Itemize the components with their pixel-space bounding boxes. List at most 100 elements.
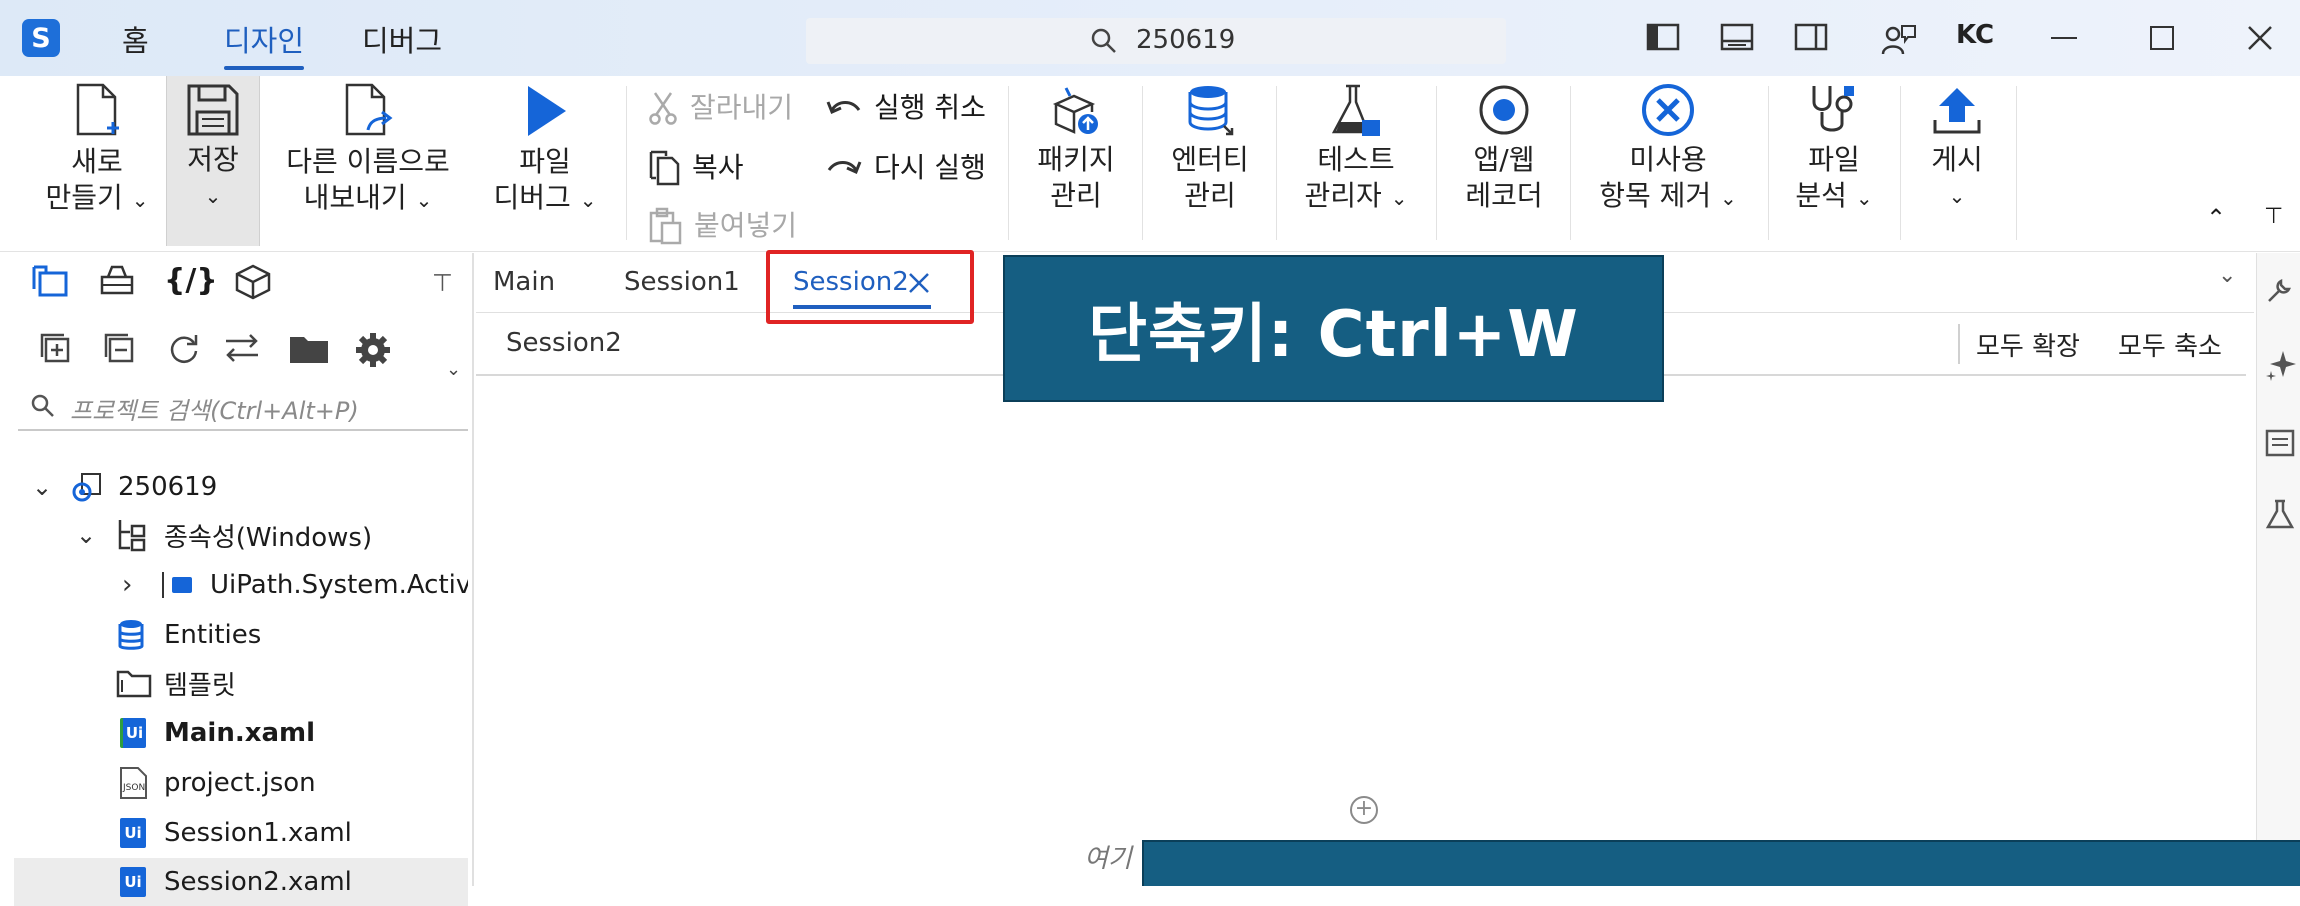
tree-item-session2-xaml[interactable]: Ui Session2.xaml <box>14 858 468 906</box>
chevron-down-icon[interactable]: ⌄ <box>32 473 52 501</box>
tab-session1[interactable]: Session1 <box>624 267 740 297</box>
object-repository-cube-icon[interactable] <box>234 263 272 301</box>
project-panel: {/} ⊤ ⌄ 프로젝트 검색(Ctrl+Alt+P) ⌄ 250619 ⌄ 종… <box>0 253 474 906</box>
more-options-chevron-icon[interactable]: ⌄ <box>446 359 461 380</box>
paste-label: 붙여넣기 <box>694 209 798 242</box>
tree-item-project-json[interactable]: JSON project.json <box>14 759 468 807</box>
title-search-box[interactable]: 250619 <box>806 18 1506 64</box>
panel-right-icon[interactable] <box>1794 22 1828 52</box>
refresh-icon[interactable] <box>166 331 200 365</box>
analyze-chevron-down-icon: ⌄ <box>1855 186 1873 210</box>
add-activity-icon[interactable]: + <box>1350 796 1378 824</box>
close-icon <box>2248 26 2272 50</box>
test-label-1: 테스트 <box>1317 143 1395 176</box>
project-files-icon[interactable] <box>30 263 70 299</box>
paste-button[interactable]: 붙여넣기 <box>648 204 797 248</box>
publish-button[interactable]: 게시 ⌄ <box>1912 76 2002 246</box>
tree-label: Session1.xaml <box>164 818 352 848</box>
test-label-2: 관리자 <box>1304 179 1382 212</box>
sync-arrows-icon[interactable] <box>222 331 262 365</box>
snippets-code-icon[interactable]: {/} <box>164 263 218 298</box>
undo-button[interactable]: 실행 취소 <box>826 86 986 130</box>
minimize-button[interactable] <box>2034 16 2094 60</box>
tree-item-dependencies[interactable]: ⌄ 종속성(Windows) <box>14 511 468 559</box>
export-file-icon <box>345 83 393 136</box>
tree-label: Main.xaml <box>164 718 316 748</box>
ribbon-separator <box>626 86 627 240</box>
debug-label-1: 파일 <box>519 145 571 178</box>
unused-label-2: 항목 제거 <box>1599 179 1712 212</box>
chevron-down-icon[interactable]: ⌄ <box>76 521 96 549</box>
copy-button[interactable]: 복사 <box>648 146 744 190</box>
packages-label-2: 관리 <box>1050 179 1102 212</box>
save-button[interactable]: 저장 ⌄ <box>166 76 260 246</box>
feedback-user-icon[interactable] <box>1880 22 1918 56</box>
title-search-text: 250619 <box>1136 25 1236 55</box>
cut-label: 잘라내기 <box>690 91 794 124</box>
outline-list-icon[interactable] <box>2265 429 2295 457</box>
record-icon <box>1479 85 1529 135</box>
publish-label: 게시 <box>1931 143 1983 176</box>
entities-label-1: 엔터티 <box>1171 143 1249 176</box>
tree-item-dependency-package[interactable]: › UiPath.System.Activities <box>14 561 468 609</box>
upload-icon <box>1933 88 1981 134</box>
open-folder-icon[interactable] <box>288 331 330 365</box>
pin-panel-icon[interactable]: ⊤ <box>432 269 453 297</box>
menu-design[interactable]: 디자인 <box>224 18 305 70</box>
test-manager-button[interactable]: 테스트 관리자 ⌄ <box>1294 76 1418 246</box>
analyze-file-button[interactable]: 파일 분석 ⌄ <box>1784 76 1884 246</box>
collapse-ribbon-icon[interactable]: ⌃ <box>2206 204 2226 232</box>
app-web-recorder-button[interactable]: 앱/웹 레코더 <box>1454 76 1554 246</box>
panel-bottom-icon[interactable] <box>1720 22 1754 52</box>
tree-item-session1-xaml[interactable]: Ui Session1.xaml <box>14 809 468 857</box>
package-icon <box>1052 87 1098 134</box>
menu-debug[interactable]: 디버그 <box>362 18 442 60</box>
activities-icon[interactable] <box>98 263 136 297</box>
undo-icon <box>826 101 861 115</box>
remove-unused-button[interactable]: 미사용 항목 제거 ⌄ <box>1590 76 1746 246</box>
analyze-label-1: 파일 <box>1808 143 1860 176</box>
maximize-icon <box>2150 26 2174 50</box>
test-flask-icon[interactable] <box>2265 499 2295 529</box>
expand-all-button[interactable]: 모두 확장 <box>1976 326 2080 363</box>
close-window-button[interactable] <box>2230 16 2290 60</box>
expand-all-tree-icon[interactable] <box>38 331 72 365</box>
search-icon <box>1091 28 1116 53</box>
manage-entities-button[interactable]: 엔터티 관리 <box>1160 76 1260 246</box>
ribbon-separator <box>1436 86 1437 240</box>
redo-button[interactable]: 다시 실행 <box>826 146 986 190</box>
tree-label: 250619 <box>118 472 218 502</box>
export-as-button[interactable]: 다른 이름으로 내보내기 ⌄ <box>280 76 456 246</box>
project-search-input[interactable]: 프로젝트 검색(Ctrl+Alt+P) <box>18 383 468 431</box>
tree-item-project-root[interactable]: ⌄ 250619 <box>14 463 468 511</box>
collapse-all-tree-icon[interactable] <box>102 331 136 365</box>
export-label-1: 다른 이름으로 <box>286 145 450 178</box>
studio-logo-icon[interactable]: S <box>22 19 60 57</box>
tab-list-chevron-icon[interactable]: ⌄ <box>2218 263 2236 288</box>
autopilot-sparkle-icon[interactable] <box>2265 349 2297 381</box>
menu-home[interactable]: 홈 <box>122 18 149 60</box>
pin-ribbon-icon[interactable]: ⊤ <box>2264 204 2283 229</box>
minimize-icon <box>2051 37 2077 39</box>
collapse-all-button[interactable]: 모두 축소 <box>2118 326 2222 363</box>
manage-packages-button[interactable]: 패키지 관리 <box>1026 76 1126 246</box>
panel-left-icon[interactable] <box>1646 22 1680 52</box>
tab-main[interactable]: Main <box>493 267 555 297</box>
save-floppy-icon <box>187 84 239 136</box>
new-button[interactable]: 새로 만들기 ⌄ <box>42 76 152 246</box>
tree-item-entities[interactable]: Entities <box>14 611 468 659</box>
redo-icon <box>827 161 862 175</box>
settings-gear-icon[interactable] <box>354 331 392 369</box>
user-avatar[interactable]: KC <box>1956 20 1994 50</box>
maximize-button[interactable] <box>2132 16 2192 60</box>
properties-wrench-icon[interactable] <box>2265 277 2293 305</box>
drop-hint-text: 여기 <box>1084 844 1132 874</box>
ribbon-separator <box>2016 86 2017 240</box>
tree-item-templates[interactable]: 템플릿 <box>14 659 468 707</box>
debug-file-button[interactable]: 파일 디버그 ⌄ <box>490 76 600 246</box>
unused-label-1: 미사용 <box>1629 143 1707 176</box>
tree-item-main-xaml[interactable]: Ui Main.xaml <box>14 709 468 757</box>
chevron-right-icon[interactable]: › <box>122 570 132 600</box>
cut-button[interactable]: 잘라내기 <box>648 86 793 130</box>
breadcrumb[interactable]: Session2 <box>506 328 622 358</box>
